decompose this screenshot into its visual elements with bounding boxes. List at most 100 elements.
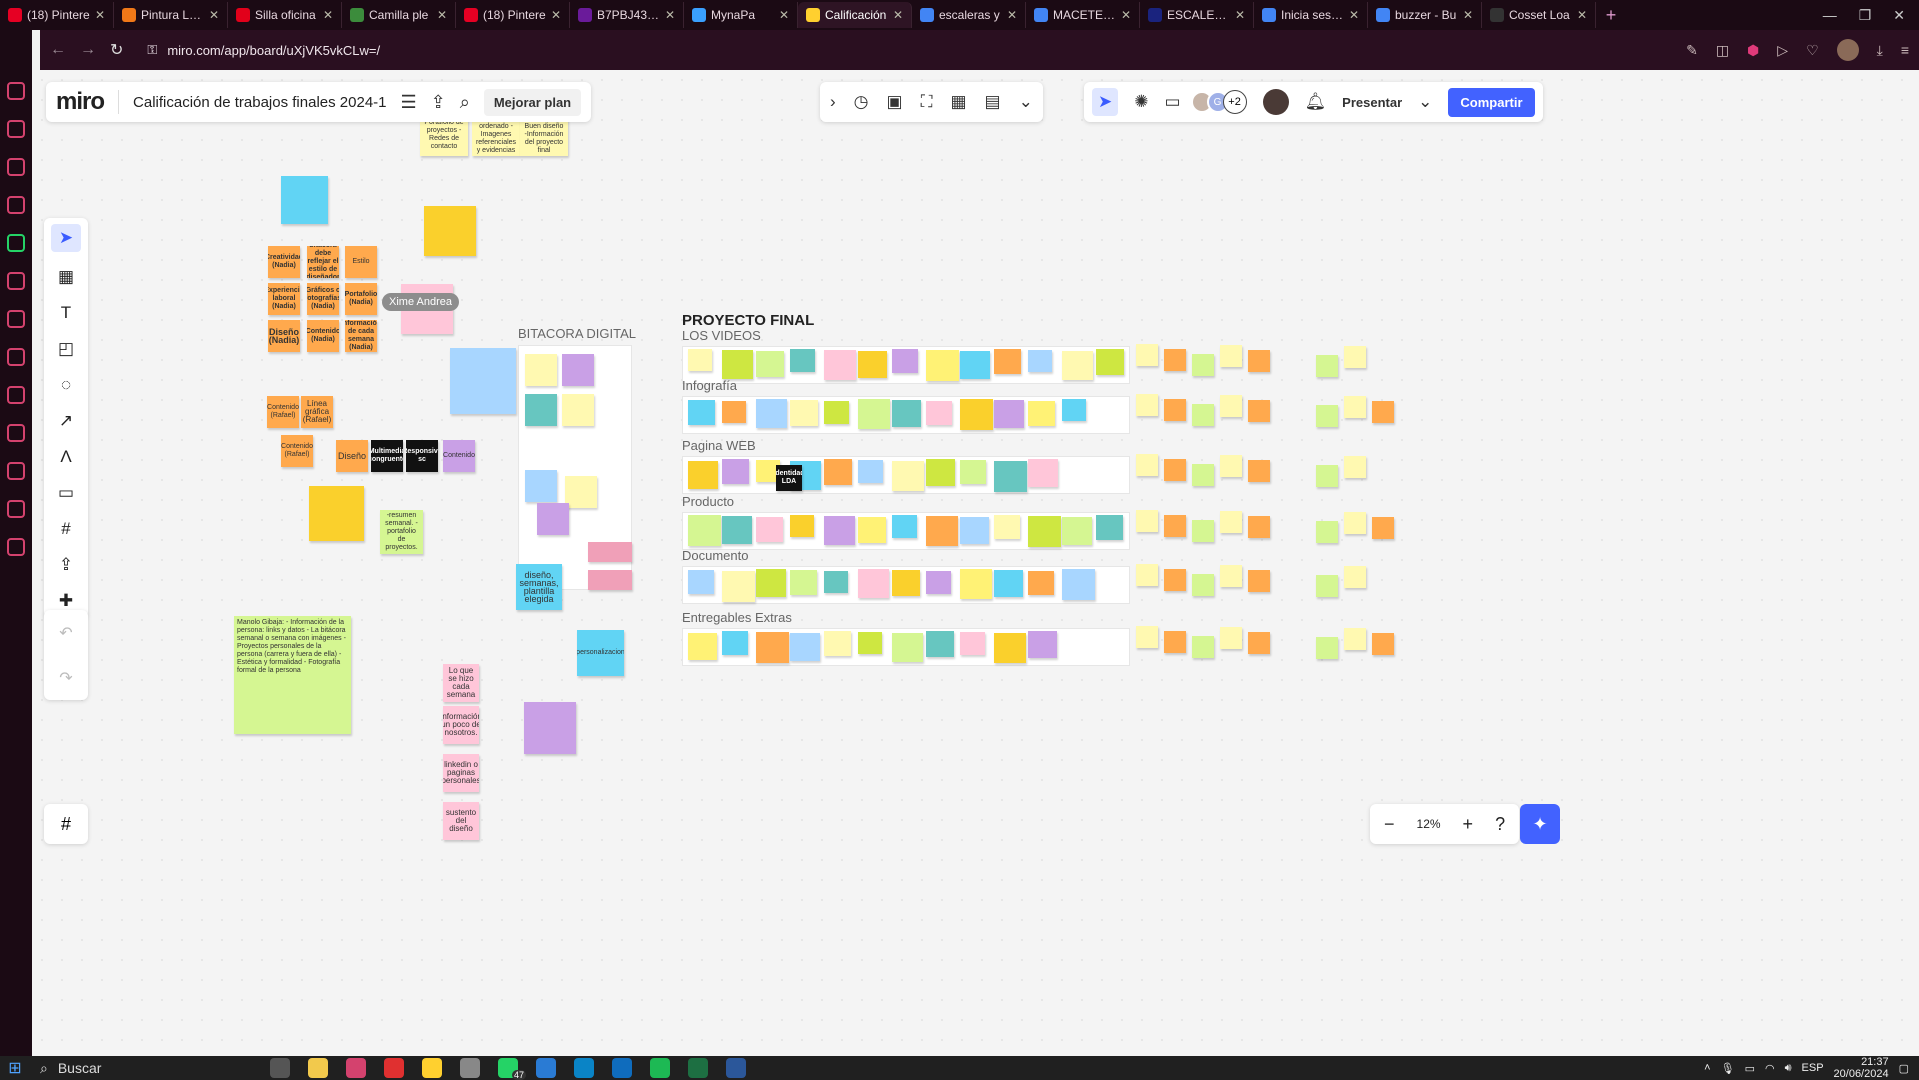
sticky-note[interactable] <box>1028 459 1058 487</box>
sticky-note[interactable] <box>1136 454 1158 476</box>
sticky-note[interactable] <box>1096 349 1124 375</box>
sticky-note[interactable] <box>790 400 818 426</box>
sticky-note[interactable] <box>1248 516 1270 538</box>
extension-icon[interactable]: ⬢ <box>1747 42 1759 59</box>
cursor-icon[interactable]: ➤ <box>1092 88 1119 116</box>
sticky-note[interactable] <box>1164 399 1186 421</box>
forward-icon[interactable]: → <box>80 41 96 59</box>
miro-logo[interactable]: miro <box>56 88 105 116</box>
sticky-note[interactable] <box>1220 345 1242 367</box>
sticky-note[interactable] <box>688 570 714 594</box>
sticky-note[interactable] <box>994 570 1023 597</box>
chevron-up-icon[interactable]: ˄ <box>1704 1062 1710 1074</box>
sticky-note[interactable]: Estilo <box>345 246 377 278</box>
menu-icon[interactable]: ≡ <box>1901 42 1909 58</box>
sticky-note[interactable] <box>892 633 923 662</box>
reactions-icon[interactable]: ✺ <box>1134 92 1148 112</box>
sticky-note[interactable] <box>1248 570 1270 592</box>
sticky-note[interactable] <box>824 571 848 593</box>
sticky-note[interactable] <box>756 569 786 597</box>
voting-icon[interactable]: ▦ <box>950 92 966 112</box>
tab-close-icon[interactable]: ✕ <box>209 8 219 22</box>
sticky-note[interactable] <box>1136 564 1158 586</box>
share-button[interactable]: Compartir <box>1448 87 1535 117</box>
sticky-note[interactable] <box>960 399 993 430</box>
sticky-note[interactable] <box>960 569 992 599</box>
sticky-note[interactable] <box>926 571 951 594</box>
sticky-note[interactable] <box>858 399 890 429</box>
sticky-note[interactable] <box>1248 460 1270 482</box>
sticky-note[interactable] <box>858 351 887 378</box>
connector-tool-icon[interactable]: ↗ <box>51 410 81 432</box>
sticky-note[interactable]: Información un poco de nosotros. <box>443 706 479 744</box>
sticky-note[interactable]: Contenido (Rafael) <box>267 396 299 428</box>
browser-tab[interactable]: (18) Pintere ✕ <box>456 2 570 28</box>
sticky-note[interactable] <box>790 349 815 372</box>
sticky-note[interactable] <box>1164 515 1186 537</box>
sidebar-app-icon[interactable] <box>7 120 25 138</box>
undo-icon[interactable]: ↶ <box>59 623 72 643</box>
browser-tab[interactable]: Camilla ple ✕ <box>342 2 456 28</box>
comment-tool-icon[interactable]: ▭ <box>51 482 81 504</box>
sticky-note[interactable] <box>1316 405 1338 427</box>
sticky-note[interactable]: diseño, semanas, plantilla elegida <box>516 564 562 610</box>
microphone-icon[interactable]: 🎙︎ <box>1721 1062 1735 1075</box>
upload-icon[interactable]: ⇪ <box>431 92 446 113</box>
minimize-icon[interactable]: — <box>1823 7 1837 24</box>
browser-tab[interactable]: escaleras y ✕ <box>912 2 1026 28</box>
sticky-note[interactable] <box>1096 515 1123 540</box>
sticky-note[interactable] <box>562 394 594 426</box>
sticky-note[interactable] <box>525 470 557 502</box>
sticky-note[interactable] <box>1344 566 1366 588</box>
sticky-note[interactable] <box>281 176 328 224</box>
pen-tool-icon[interactable]: Ʌ <box>51 446 81 468</box>
sidebar-app-icon[interactable] <box>7 158 25 176</box>
sticky-note[interactable] <box>1164 631 1186 653</box>
timer-icon[interactable]: ◷ <box>854 92 869 112</box>
sticky-note[interactable]: Contenido <box>443 440 475 472</box>
sidebar-app-icon[interactable] <box>7 500 25 518</box>
sticky-note[interactable] <box>756 351 784 377</box>
redo-icon[interactable]: ↷ <box>59 668 72 688</box>
sticky-note[interactable] <box>1136 394 1158 416</box>
tab-close-icon[interactable]: ✕ <box>1463 8 1473 22</box>
sticky-note[interactable] <box>1164 569 1186 591</box>
sticky-note[interactable] <box>1248 632 1270 654</box>
sticky-note[interactable] <box>960 517 989 544</box>
browser-tab[interactable]: B7PBJ4395 ✕ <box>570 2 684 28</box>
sticky-note[interactable] <box>994 349 1021 374</box>
sticky-note[interactable] <box>926 459 955 486</box>
sticky-note[interactable]: Manolo Gibaja: - Información de la perso… <box>234 616 351 734</box>
volume-icon[interactable]: 🔊︎ <box>1785 1062 1792 1075</box>
site-info-icon[interactable]: ⚿ <box>147 42 157 58</box>
tab-close-icon[interactable]: ✕ <box>1577 8 1587 22</box>
sticky-note[interactable] <box>1062 399 1086 421</box>
sticky-note[interactable] <box>858 460 883 483</box>
sticky-note[interactable] <box>565 476 597 508</box>
tab-close-icon[interactable]: ✕ <box>1349 8 1359 22</box>
sticky-note[interactable] <box>1062 569 1095 600</box>
sticky-note[interactable] <box>892 570 920 596</box>
tab-close-icon[interactable]: ✕ <box>893 8 903 22</box>
sticky-note[interactable]: Información de cada semana (Nadia) <box>345 320 377 352</box>
sticky-note[interactable] <box>892 461 924 491</box>
sticky-note[interactable] <box>926 350 959 381</box>
frames-panel-icon[interactable]: # <box>44 804 88 844</box>
sticky-note[interactable] <box>688 349 712 371</box>
sticky-note[interactable] <box>1316 465 1338 487</box>
chevron-right-icon[interactable]: › <box>830 92 836 112</box>
browser-tab[interactable]: Inicia sesión ✕ <box>1254 2 1368 28</box>
sticky-note[interactable] <box>1344 456 1366 478</box>
sticky-note[interactable] <box>1220 565 1242 587</box>
sticky-note[interactable] <box>858 569 889 598</box>
sticky-note[interactable]: -resumen semanal. -portafolio de proyect… <box>380 510 423 554</box>
sticky-note[interactable] <box>688 461 718 489</box>
browser-tab[interactable]: Cosset Loa ✕ <box>1482 2 1596 28</box>
sidebar-app-icon[interactable] <box>7 196 25 214</box>
sticky-note[interactable] <box>1062 351 1093 380</box>
ai-assist-icon[interactable]: ✦ <box>1520 804 1560 844</box>
sticky-note[interactable] <box>688 400 715 425</box>
edit-icon[interactable]: ✎ <box>1686 42 1698 59</box>
language-indicator[interactable]: ESP <box>1802 1062 1824 1074</box>
sticky-note[interactable] <box>994 400 1024 428</box>
